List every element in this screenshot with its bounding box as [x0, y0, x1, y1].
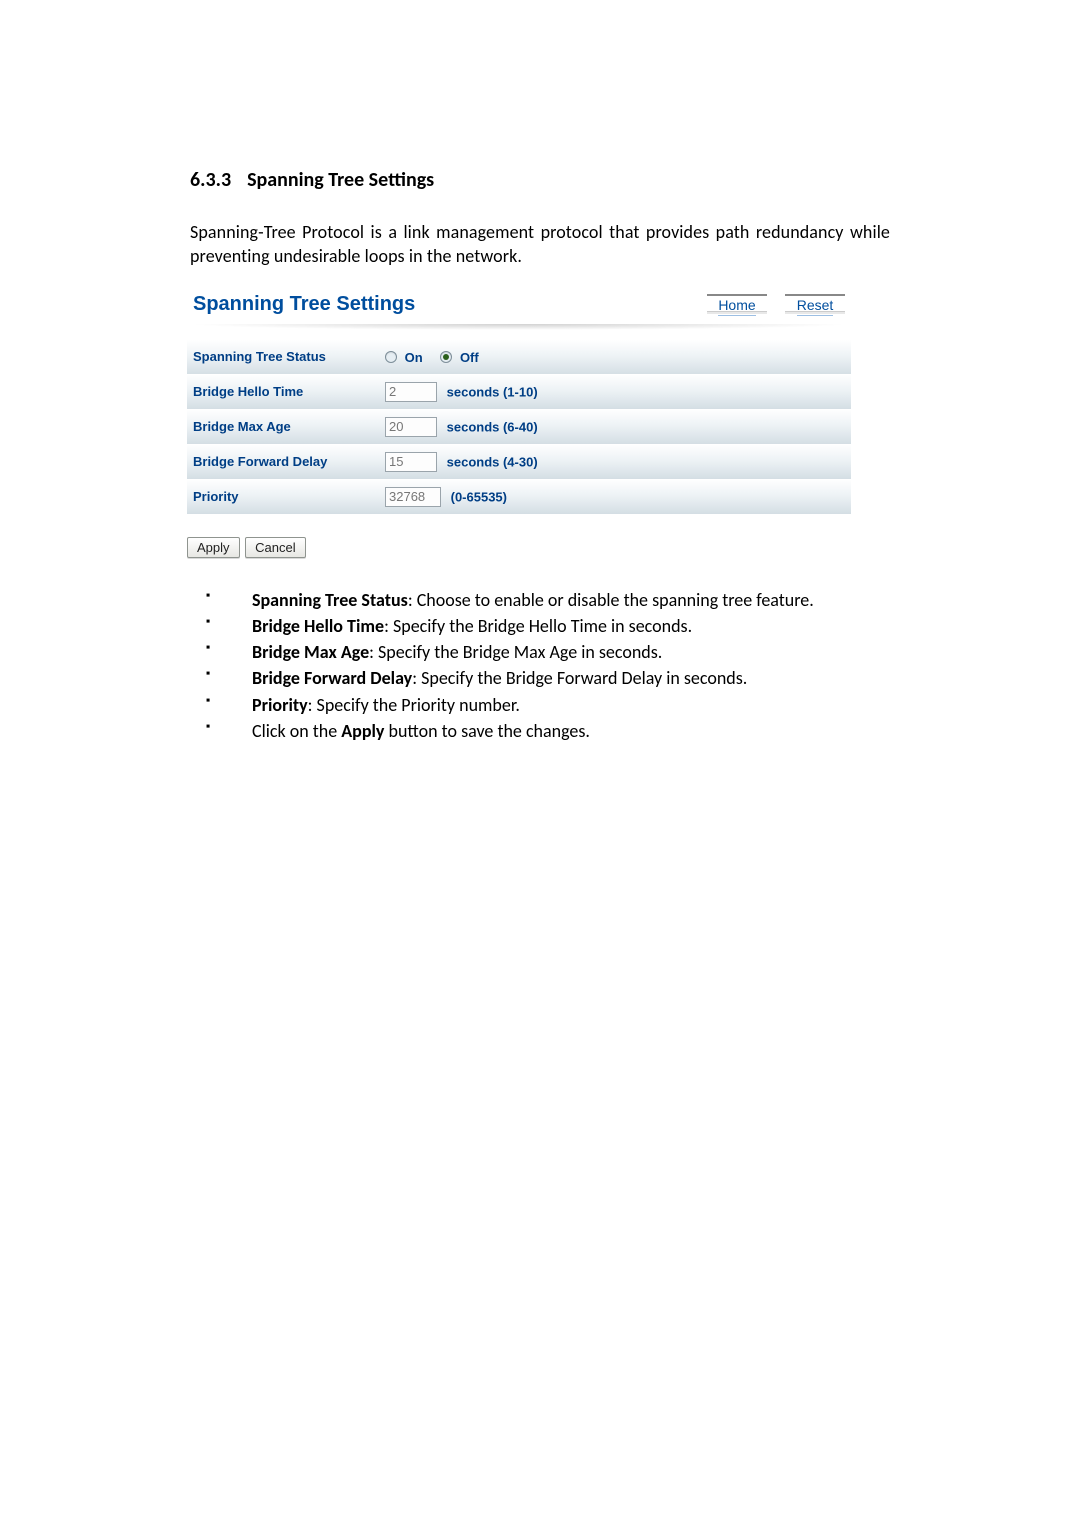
- hint-maxage: seconds (6-40): [447, 419, 538, 434]
- radio-on-label: On: [405, 350, 423, 365]
- list-item: Priority: Specify the Priority number.: [232, 693, 890, 717]
- heading-title: Spanning Tree Settings: [247, 168, 434, 192]
- desc: : Specify the Priority number.: [308, 694, 520, 716]
- hint-hello: seconds (1-10): [447, 384, 538, 399]
- label-hello: Bridge Hello Time: [187, 374, 379, 409]
- settings-panel: Spanning Tree Settings Home Reset Spanni…: [187, 291, 851, 564]
- list-item: Bridge Hello Time: Specify the Bridge He…: [232, 614, 890, 638]
- list-item: Spanning Tree Status: Choose to enable o…: [232, 588, 890, 612]
- term: Apply: [341, 720, 384, 742]
- reset-button-label: Reset: [797, 296, 834, 316]
- radio-off[interactable]: [440, 351, 452, 363]
- term: Bridge Forward Delay: [252, 667, 412, 689]
- panel-title: Spanning Tree Settings: [193, 293, 415, 316]
- divider-shadow: [187, 324, 851, 330]
- action-buttons: Apply Cancel: [187, 537, 851, 558]
- home-button-label: Home: [718, 296, 755, 316]
- desc: : Specify the Bridge Max Age in seconds.: [369, 641, 662, 663]
- ctrl-priority: (0-65535): [379, 479, 851, 514]
- label-maxage: Bridge Max Age: [187, 409, 379, 444]
- list-item: Bridge Forward Delay: Specify the Bridge…: [232, 666, 890, 690]
- settings-table: Spanning Tree Status On Off Bridge Hello…: [187, 340, 851, 515]
- ctrl-fwd: seconds (4-30): [379, 444, 851, 479]
- row-maxage: Bridge Max Age seconds (6-40): [187, 409, 851, 444]
- term: Priority: [252, 694, 308, 716]
- list-item: Bridge Max Age: Specify the Bridge Max A…: [232, 640, 890, 664]
- prefix: Click on the: [252, 720, 341, 742]
- heading-number: 6.3.3: [190, 168, 231, 192]
- section-heading: 6.3.3 Spanning Tree Settings: [190, 168, 890, 192]
- document-page: 6.3.3 Spanning Tree Settings Spanning-Tr…: [0, 0, 1080, 1527]
- ctrl-hello: seconds (1-10): [379, 374, 851, 409]
- ctrl-maxage: seconds (6-40): [379, 409, 851, 444]
- desc: button to save the changes.: [384, 720, 590, 742]
- apply-button[interactable]: Apply: [187, 537, 240, 558]
- desc: : Choose to enable or disable the spanni…: [408, 589, 814, 611]
- panel-header: Spanning Tree Settings Home Reset: [187, 291, 851, 318]
- input-maxage[interactable]: [385, 417, 437, 437]
- ctrl-status: On Off: [379, 340, 851, 375]
- input-fwd[interactable]: [385, 452, 437, 472]
- row-fwd: Bridge Forward Delay seconds (4-30): [187, 444, 851, 479]
- row-hello: Bridge Hello Time seconds (1-10): [187, 374, 851, 409]
- label-priority: Priority: [187, 479, 379, 514]
- row-status: Spanning Tree Status On Off: [187, 340, 851, 375]
- intro-paragraph: Spanning-Tree Protocol is a link managem…: [190, 220, 890, 269]
- radio-off-label: Off: [460, 350, 479, 365]
- description-list: Spanning Tree Status: Choose to enable o…: [190, 588, 890, 744]
- panel-nav-buttons: Home Reset: [707, 294, 845, 314]
- desc: : Specify the Bridge Forward Delay in se…: [412, 667, 747, 689]
- input-hello[interactable]: [385, 382, 437, 402]
- term: Spanning Tree Status: [252, 589, 408, 611]
- term: Bridge Max Age: [252, 641, 369, 663]
- label-status: Spanning Tree Status: [187, 340, 379, 375]
- input-priority[interactable]: [385, 487, 441, 507]
- cancel-button[interactable]: Cancel: [245, 537, 305, 558]
- term: Bridge Hello Time: [252, 615, 384, 637]
- hint-fwd: seconds (4-30): [447, 454, 538, 469]
- row-priority: Priority (0-65535): [187, 479, 851, 514]
- reset-button[interactable]: Reset: [785, 294, 845, 314]
- desc: : Specify the Bridge Hello Time in secon…: [384, 615, 692, 637]
- list-item: Click on the Apply button to save the ch…: [232, 719, 890, 743]
- radio-on[interactable]: [385, 351, 397, 363]
- label-fwd: Bridge Forward Delay: [187, 444, 379, 479]
- hint-priority: (0-65535): [451, 489, 507, 504]
- home-button[interactable]: Home: [707, 294, 767, 314]
